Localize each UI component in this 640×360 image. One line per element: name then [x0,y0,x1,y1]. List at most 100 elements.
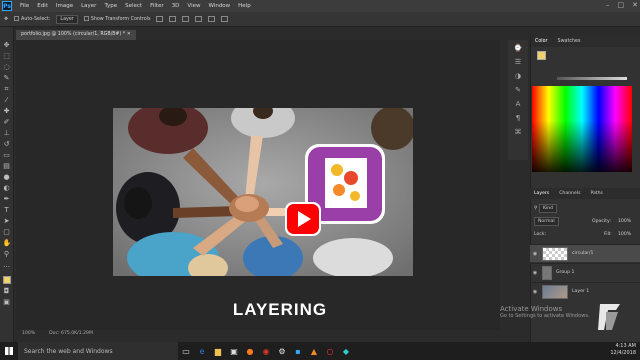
lasso-tool-icon[interactable]: ◌ [3,63,11,71]
rectangle-tool-icon[interactable]: ▢ [3,228,11,236]
quick-select-tool-icon[interactable]: ✎ [3,74,11,82]
transform-controls-checkbox[interactable]: Show Transform Controls [83,16,150,22]
blend-mode-dropdown[interactable]: Normal [534,217,559,226]
menu-help[interactable]: Help [238,3,251,9]
tab-channels[interactable]: Channels [559,191,580,196]
channel-logo [598,304,620,330]
glyphs-panel-icon[interactable]: ⌘ [515,128,522,136]
crop-tool-icon[interactable]: ⌗ [3,85,11,93]
filter-kind-dropdown[interactable]: Kind [538,204,557,213]
more-tools-icon[interactable]: … [3,261,11,269]
tray-date[interactable]: 12/4/2018 [610,350,636,357]
taskbar-search[interactable]: Search the web and Windows [18,342,178,360]
align-center-icon[interactable] [208,16,216,22]
pen-tool-icon[interactable]: ✒ [3,195,11,203]
menu-3d[interactable]: 3D [172,3,180,9]
clone-stamp-tool-icon[interactable]: ⊥ [3,129,11,137]
visibility-eye-icon[interactable]: ◉ [530,270,540,276]
minimize-icon[interactable]: – [606,1,610,9]
start-button[interactable] [0,342,18,360]
menu-image[interactable]: Image [56,3,73,9]
eraser-tool-icon[interactable]: ▭ [3,151,11,159]
path-select-tool-icon[interactable]: ➤ [3,217,11,225]
type-tool-icon[interactable]: T [3,206,11,214]
fill-field[interactable]: 100% [618,232,631,237]
foreground-color-chip[interactable] [537,51,546,60]
canvas-image[interactable] [113,108,413,276]
visibility-eye-icon[interactable]: ◉ [530,251,540,257]
layer-row[interactable]: ◉ circular/1 [530,244,640,262]
layer-row[interactable]: ◉ Layer 1 [530,282,640,300]
menu-edit[interactable]: Edit [37,3,48,9]
align-bottom-icon[interactable] [182,16,190,22]
quick-mask-icon[interactable]: ◘ [3,287,11,295]
history-panel-icon[interactable]: ⌚ [514,44,523,52]
dodge-tool-icon[interactable]: ◐ [3,184,11,192]
history-brush-tool-icon[interactable]: ↺ [3,140,11,148]
eyedropper-tool-icon[interactable]: ⁄ [3,96,11,104]
layer-name: Layer 1 [572,289,590,294]
menu-type[interactable]: Type [104,3,117,9]
lock-row: Lock: Fill: 100% [530,232,640,237]
firefox-icon[interactable]: ● [242,342,258,360]
vlc-icon[interactable]: ▲ [306,342,322,360]
screen-mode-icon[interactable]: ▣ [3,298,11,306]
chrome-icon[interactable]: ◉ [258,342,274,360]
opacity-field[interactable]: 100% [618,219,631,224]
panel-icon-strip: ⌚ ☰ ◑ ✎ A ¶ ⌘ [508,40,528,160]
properties-panel-icon[interactable]: ☰ [515,58,521,66]
tab-color[interactable]: Color [535,39,548,44]
paragraph-panel-icon[interactable]: ¶ [516,114,520,122]
auto-select-checkbox[interactable]: Auto-Select: [14,16,50,22]
options-bar: ✥ Auto-Select: Layer Show Transform Cont… [0,12,640,27]
hand-tool-icon[interactable]: ✋ [3,239,12,247]
tray-time[interactable]: 4:13 AM [610,343,636,350]
store-icon[interactable]: ▣ [226,342,242,360]
menu-filter[interactable]: Filter [150,3,164,9]
brush-panel-icon[interactable]: ✎ [515,86,521,94]
align-right-icon[interactable] [221,16,229,22]
tab-paths[interactable]: Paths [590,191,603,196]
menu-select[interactable]: Select [125,3,142,9]
edge-icon[interactable]: e [194,342,210,360]
menu-file[interactable]: File [20,3,29,9]
opera-icon[interactable]: ○ [322,342,338,360]
blur-tool-icon[interactable]: ● [3,173,11,181]
file-explorer-icon[interactable]: ▆ [210,342,226,360]
healing-brush-tool-icon[interactable]: ✚ [3,107,11,115]
task-view-icon[interactable]: ▭ [178,342,194,360]
tab-layers[interactable]: Layers [534,191,549,196]
zoom-tool-icon[interactable]: ⚲ [3,250,11,258]
app-icon[interactable]: ◆ [338,342,354,360]
move-tool-icon[interactable]: ✥ [4,17,8,22]
character-panel-icon[interactable]: A [516,100,521,108]
maximize-icon[interactable]: □ [618,1,625,9]
folder-icon [542,265,552,280]
foreground-color-swatch[interactable] [2,276,11,284]
align-top-icon[interactable] [156,16,164,22]
layer-row[interactable]: ◉ Group 1 [530,263,640,281]
auto-select-dropdown[interactable]: Layer [56,14,78,24]
gradient-tool-icon[interactable]: ▤ [3,162,11,170]
menu-view[interactable]: View [187,3,200,9]
photoshop-taskbar-icon[interactable]: ▪ [290,342,306,360]
close-icon[interactable]: ✕ [632,1,638,9]
zoom-level[interactable]: 100% [22,331,35,339]
adjustments-panel-icon[interactable]: ◑ [515,72,521,80]
marquee-tool-icon[interactable]: ⬚ [3,52,11,60]
align-middle-icon[interactable] [169,16,177,22]
brush-tool-icon[interactable]: ✐ [3,118,11,126]
visibility-eye-icon[interactable]: ◉ [530,289,540,295]
layer-thumbnail [542,246,568,261]
color-slider[interactable] [557,77,627,80]
settings-icon[interactable]: ⚙ [274,342,290,360]
menu-window[interactable]: Window [208,3,230,9]
move-tool-icon[interactable]: ✥ [3,41,11,49]
align-left-icon[interactable] [195,16,203,22]
close-tab-icon[interactable]: ✕ [127,32,131,37]
tab-swatches[interactable]: Swatches [558,39,581,44]
menu-layer[interactable]: Layer [81,3,96,9]
document-tab[interactable]: portfolio.jpg @ 100% (circular/1, RGB/8#… [16,30,136,40]
color-spectrum[interactable] [532,86,632,172]
layers-panel-tabs: Layers Channels Paths [530,188,640,199]
